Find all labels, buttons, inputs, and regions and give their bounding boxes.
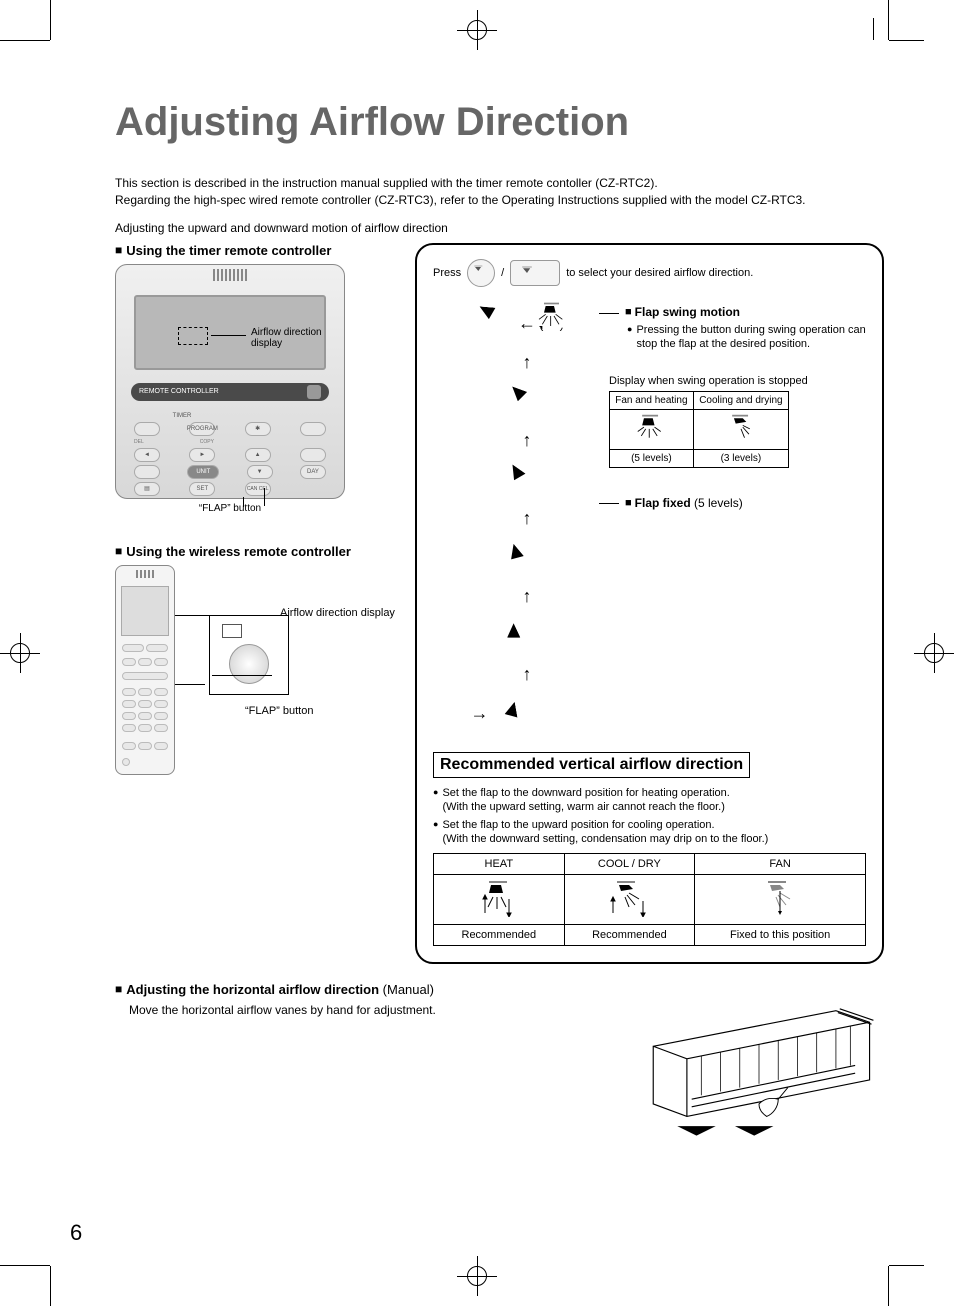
flap-level-icon [505,379,550,424]
remote-button: ▼ [247,465,273,479]
intro-text: This section is described in the instruc… [115,175,864,209]
press-label: Press [433,267,461,279]
set-button: SET [189,482,215,496]
cancel-button: CAN CEL [245,482,271,496]
remote-button [300,422,326,436]
th-fan: FAN [695,853,866,874]
wired-screen: Airflow direction display [134,295,326,370]
th-heat: HEAT [434,853,565,874]
swing-heading: Flap swing motion [625,305,740,319]
col-fan-heating: Fan and heating [610,392,694,410]
separator: / [501,267,504,279]
th-cool: COOL / DRY [564,853,695,874]
flap-level-icon [505,691,550,736]
press-text: to select your desired airflow direction… [566,267,753,279]
indoor-unit-illustration [634,1003,884,1138]
airflow-direction-panel: Press / to select your desired airflow d… [415,243,884,964]
stopped-label: Display when swing operation is stopped [609,375,866,387]
remote-label-bar: REMOTE CONTROLLER [131,383,329,401]
flap-level-icon [473,301,518,346]
day-button: DAY [300,465,326,479]
wireless-remote-illustration [115,565,175,775]
recommended-table: HEAT COOL / DRY FAN Recommended Recommen… [433,853,866,946]
flap-round-button [229,644,269,684]
rec-bullet-2: Set the flap to the upward position for … [433,818,866,847]
remote-button [134,422,160,436]
program-button: PROGRAM [189,422,215,436]
remote-button: ▤ [134,482,160,496]
wireless-screen [121,586,169,636]
td-rec1: Recommended [434,924,565,945]
airflow-direction-icon [178,327,208,345]
subhead-text: Adjusting the upward and downward motion… [115,221,884,235]
horiz-text: Move the horizontal airflow vanes by han… [129,1003,604,1017]
wireless-airflow-label: Airflow direction display [280,607,395,619]
remote-button: ◄ [134,448,160,462]
flap-button-caption: “FLAP” button [199,503,261,514]
page-title: Adjusting Airflow Direction [115,100,884,145]
levels-3: (3 levels) [693,450,788,468]
swing-stopped-table: Fan and heating Cooling and drying (5 le… [609,391,789,468]
swing-icon [536,301,581,346]
flap-level-icon [505,535,550,580]
flap-button-icon-rect [510,260,560,286]
section-timer-heading: Using the timer remote controller [115,243,405,258]
levels-5: (5 levels) [610,450,694,468]
td-rec2: Recommended [564,924,695,945]
swing-note: Pressing the button during swing operati… [627,323,866,352]
remote-button [134,465,160,479]
wired-remote-illustration: Airflow direction display REMOTE CONTROL… [115,264,345,499]
fixed-heading: Flap fixed (5 levels) [625,496,743,510]
td-rec3: Fixed to this position [695,924,866,945]
airflow-display-label: Airflow direction display [251,327,324,349]
unit-button: UNIT [187,465,219,479]
section-wireless-heading: Using the wireless remote controller [115,544,405,559]
horiz-heading: Adjusting the horizontal airflow directi… [115,982,884,997]
flap-level-icon [505,613,550,658]
wireless-flap-caption: “FLAP” button [245,705,313,717]
col-cooling-drying: Cooling and drying [693,392,788,410]
power-icon [307,385,321,399]
intro-line1: This section is described in the instruc… [115,176,658,190]
intro-line2: Regarding the high-spec wired remote con… [115,193,806,207]
remote-button: ► [189,448,215,462]
flap-button-closeup [209,615,289,695]
flap-level-icon [505,457,550,502]
recommended-heading: Recommended vertical airflow direction [433,752,750,778]
remote-button: ▲ [245,448,271,462]
rec-bullet-1: Set the flap to the downward position fo… [433,786,866,815]
remote-button: ✱ [245,422,271,436]
flap-button-icon [467,259,495,287]
remote-button [300,448,326,462]
page-number: 6 [70,1220,82,1246]
